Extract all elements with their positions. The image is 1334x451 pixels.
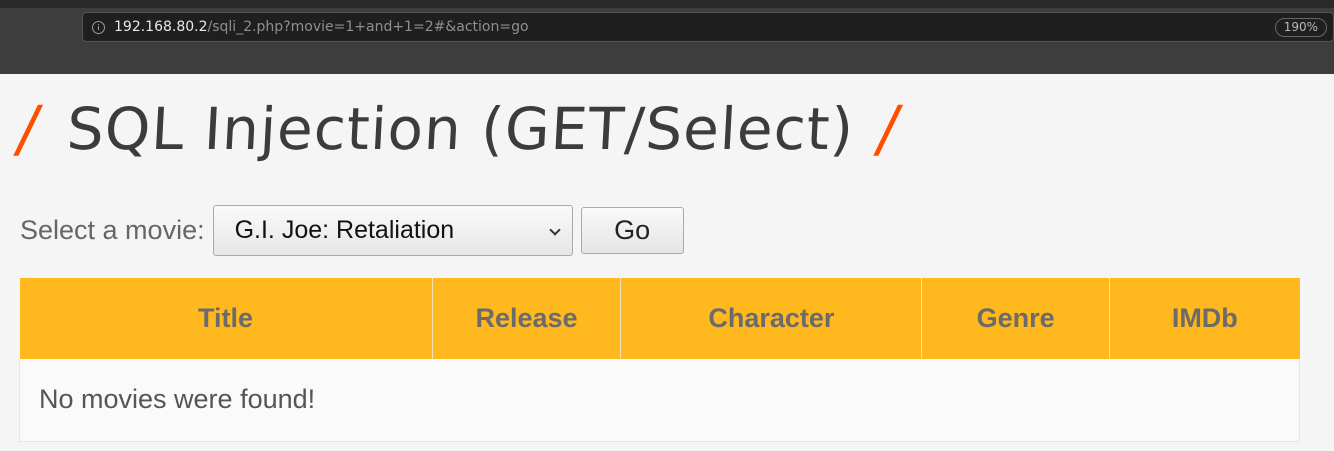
column-header-genre: Genre — [921, 278, 1111, 359]
url-host: 192.168.80.2 — [114, 19, 208, 35]
url-text[interactable]: 192.168.80.2/sqli_2.php?movie=1+and+1=2#… — [114, 19, 529, 35]
tab-strip — [0, 0, 1334, 8]
go-button[interactable]: Go — [580, 206, 684, 254]
chevron-down-icon — [548, 223, 561, 236]
column-header-imdb: IMDb — [1109, 278, 1300, 359]
page-title: SQL Injection (GET/Select) — [65, 95, 856, 163]
url-path: /sqli_2.php?movie=1+and+1=2#&action=go — [207, 19, 529, 35]
column-header-title: Title — [19, 278, 433, 359]
movies-table: Title Release Character Genre IMDb No mo… — [19, 278, 1300, 442]
browser-chrome: 192.168.80.2/sqli_2.php?movie=1+and+1=2#… — [0, 0, 1334, 74]
address-bar[interactable]: 192.168.80.2/sqli_2.php?movie=1+and+1=2#… — [82, 12, 1334, 42]
table-header-row: Title Release Character Genre IMDb — [19, 278, 1300, 359]
movie-select-label: Select a movie: — [20, 214, 205, 245]
slash-decoration-right: / — [871, 92, 906, 165]
column-header-character: Character — [620, 278, 923, 359]
movie-form: Select a movie: G.I. Joe: Retaliation Go — [20, 204, 684, 256]
zoom-level-badge[interactable]: 190% — [1274, 18, 1327, 37]
movie-select[interactable]: G.I. Joe: Retaliation — [212, 204, 573, 256]
empty-results-message: No movies were found! — [19, 359, 1300, 442]
column-header-release: Release — [432, 278, 622, 359]
table-row: No movies were found! — [19, 359, 1300, 442]
info-icon[interactable] — [92, 20, 105, 34]
movie-select-value: G.I. Joe: Retaliation — [234, 215, 455, 244]
slash-decoration-left: / — [11, 92, 46, 165]
page-header: / SQL Injection (GET/Select) / — [12, 84, 906, 174]
